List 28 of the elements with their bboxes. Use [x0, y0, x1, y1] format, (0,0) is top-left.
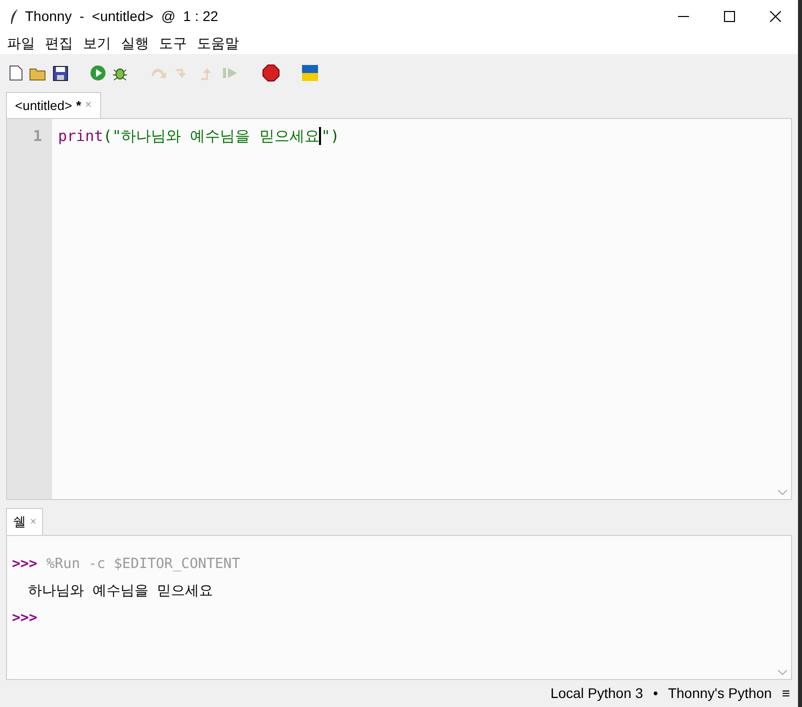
maximize-icon[interactable] [724, 10, 734, 22]
close-icon[interactable] [770, 10, 780, 22]
code-line: print("하나님와 예수님을 믿으세요") [58, 126, 340, 148]
shell-tab[interactable]: 쉘 × [6, 508, 44, 535]
run-icon[interactable] [90, 65, 106, 81]
menu-item[interactable]: 실행 [116, 32, 154, 54]
folder-icon[interactable] [29, 66, 47, 80]
menu-item[interactable]: 도움말 [192, 32, 244, 54]
window-title: Thonny - <untitled> @ 1 : 22 [25, 6, 218, 26]
flag-icon[interactable] [302, 65, 318, 81]
menu-icon[interactable]: ≡ [782, 683, 790, 704]
save-icon[interactable] [53, 66, 68, 80]
shell-command: %Run -c $EDITOR_CONTENT [46, 554, 240, 574]
stop-icon[interactable] [262, 64, 280, 82]
shell-prompt: >>> [12, 608, 38, 628]
menu-item[interactable]: 보기 [78, 32, 116, 54]
feather-icon [10, 8, 19, 24]
shell-prompt: >>> [12, 554, 38, 574]
menu-item[interactable]: 파일 [2, 32, 40, 54]
editor-tab[interactable]: <untitled> * × [6, 92, 101, 118]
backend-label[interactable]: Local Python 3 [550, 683, 644, 704]
separator: • [653, 684, 658, 703]
interpreter-label[interactable]: Thonny's Python [668, 683, 772, 704]
new-file-icon[interactable] [9, 65, 23, 81]
shell-output: 하나님와 예수님을 믿으세요 [27, 582, 214, 601]
menu-item[interactable]: 도구 [154, 32, 192, 54]
line-number: 1 [32, 126, 42, 147]
menu-item[interactable]: 편집 [40, 32, 78, 54]
